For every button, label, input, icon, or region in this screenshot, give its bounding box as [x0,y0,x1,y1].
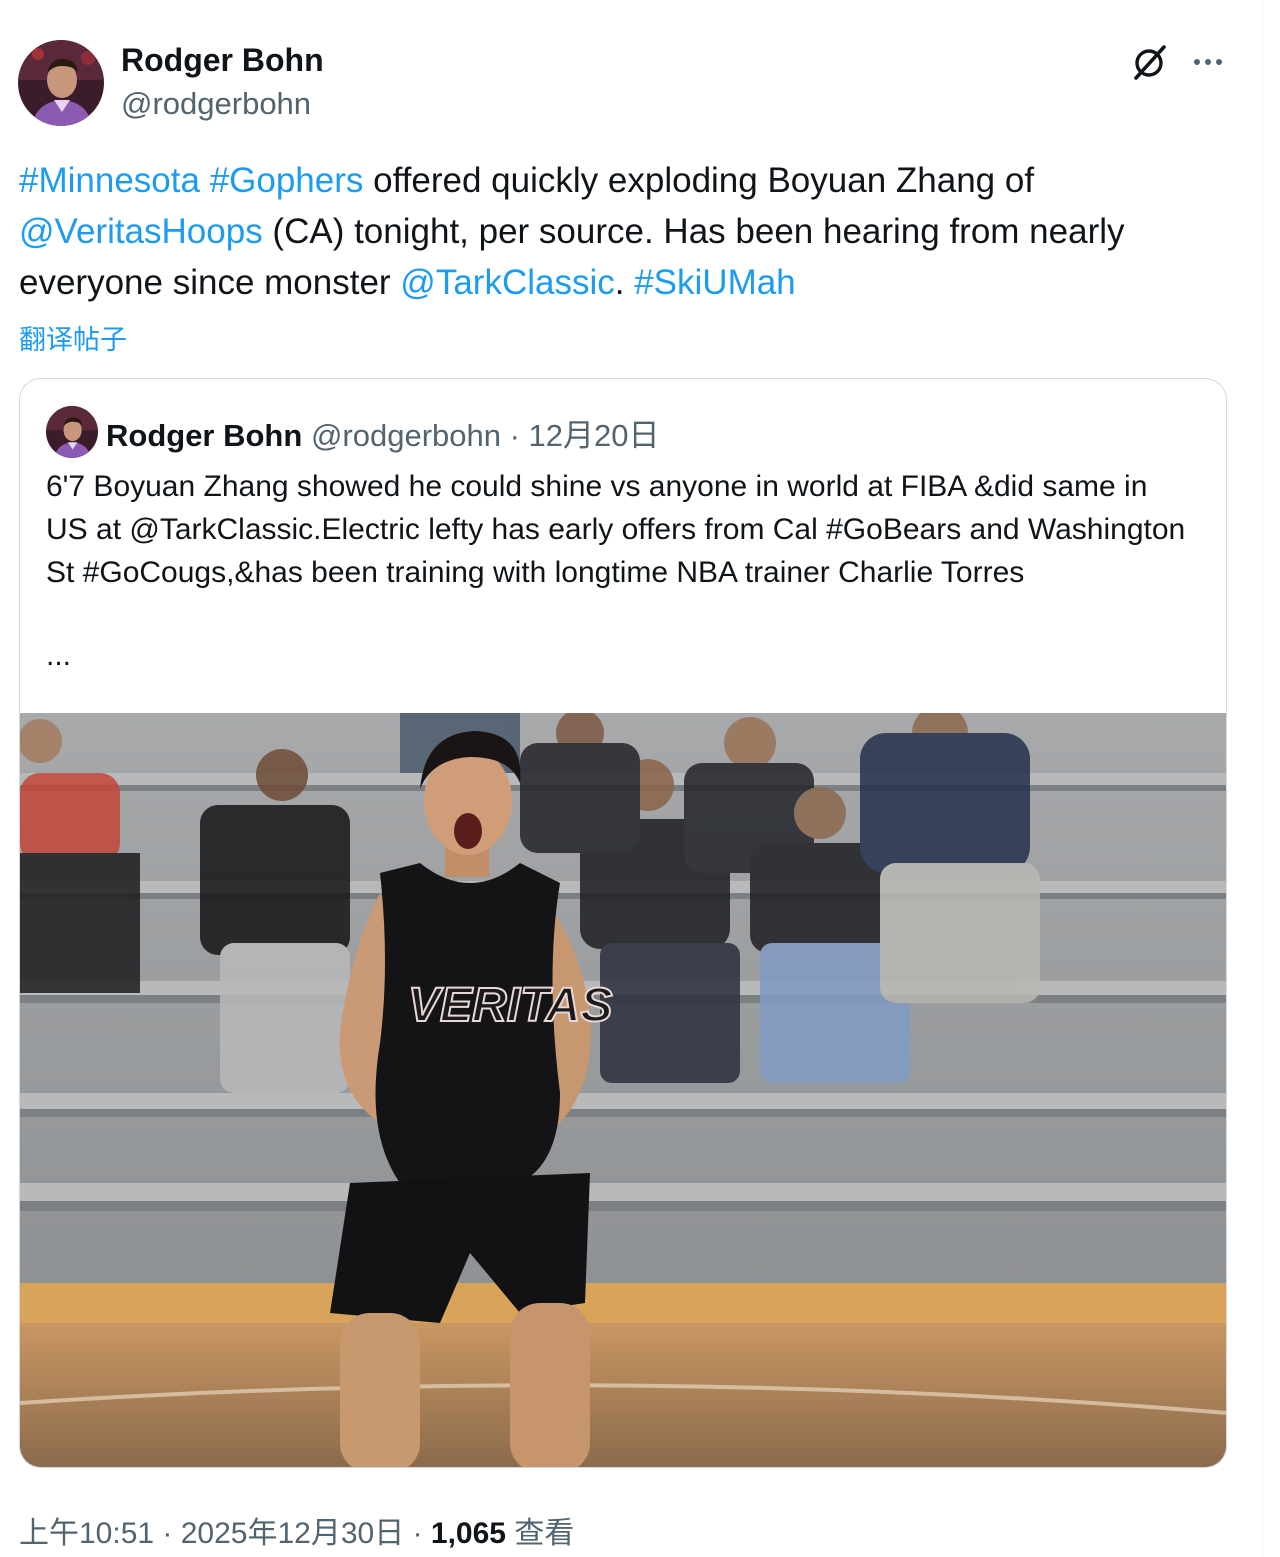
tweet-time[interactable]: 上午10:51 [19,1517,154,1550]
quote-text: 6'7 Boyuan Zhang showed he could shine v… [46,470,1186,589]
author-handle[interactable]: @rodgerbohn [121,86,311,122]
footer-separator: · [154,1517,181,1550]
tweet-text-segment: offered quickly exploding Boyuan Zhang o… [363,161,1035,200]
hashtag-skiumah[interactable]: #SkiUMah [634,263,795,302]
mention-veritashoops[interactable]: @VeritasHoops [19,212,263,251]
hashtag-gophers[interactable]: #Gophers [210,161,364,200]
more-icon[interactable] [1188,42,1228,82]
quote-author-name[interactable]: Rodger Bohn [106,418,302,453]
jersey-text: VERITAS [408,979,612,1032]
views-label: 查看 [505,1517,575,1550]
quote-ellipsis: ... [46,639,72,672]
tweet-text-segment [200,161,210,200]
avatar[interactable] [18,40,104,126]
hashtag-minnesota[interactable]: #Minnesota [19,161,200,200]
quote-author-handle[interactable]: @rodgerbohn [311,418,501,453]
mention-tarkclassic[interactable]: @TarkClassic [400,263,614,302]
footer-separator: · [404,1517,431,1550]
tweet-date[interactable]: 2025年12月30日 [181,1517,404,1550]
grok-icon[interactable] [1128,40,1172,84]
views-count[interactable]: 1,065 [431,1517,506,1550]
quote-header: Rodger Bohn @rodgerbohn · 12月20日 [106,410,660,455]
translate-post-link[interactable]: 翻译帖子 [19,318,127,357]
page-divider [1262,0,1263,1557]
quote-date[interactable]: 12月20日 [529,418,660,453]
quote-avatar[interactable] [46,406,98,458]
tweet-meta: 上午10:51 · 2025年12月30日 · 1,065 查看 [19,1508,574,1552]
quoted-tweet[interactable]: Rodger Bohn @rodgerbohn · 12月20日 6'7 Boy… [19,378,1227,1468]
quote-photo[interactable]: VERITAS [20,713,1226,1467]
tweet-header: Rodger Bohn @rodgerbohn [18,40,1238,126]
quote-separator: · [500,418,529,453]
tweet-text-segment: . [614,263,635,302]
tweet-text: #Minnesota #Gophers offered quickly expl… [19,155,1219,308]
author-name[interactable]: Rodger Bohn [121,42,324,79]
